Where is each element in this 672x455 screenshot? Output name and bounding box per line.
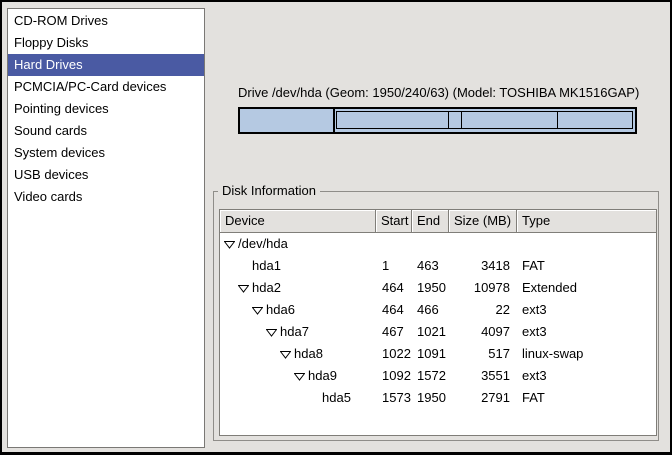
end-cell: 466 bbox=[412, 299, 449, 321]
disk-information-legend: Disk Information bbox=[218, 183, 320, 199]
tree-expander[interactable] bbox=[266, 321, 280, 343]
device-label: /dev/hda bbox=[238, 233, 288, 255]
sidebar-item-floppy-disks[interactable]: Floppy Disks bbox=[8, 32, 204, 54]
disk-table-row[interactable]: hda6 46446622ext3 bbox=[220, 299, 656, 321]
type-cell bbox=[517, 233, 656, 255]
tree-expander[interactable] bbox=[252, 299, 266, 321]
expander-open-icon[interactable] bbox=[224, 240, 235, 249]
expander-open-icon[interactable] bbox=[238, 284, 249, 293]
size-cell: 3418 bbox=[449, 255, 517, 277]
tree-expander[interactable] bbox=[294, 365, 308, 387]
column-header-end[interactable]: End bbox=[412, 210, 449, 233]
disk-table-row[interactable]: hda2 464195010978Extended bbox=[220, 277, 656, 299]
disk-table: DeviceStartEndSize (MB)Type /dev/hdahda1… bbox=[219, 209, 657, 436]
disk-table-body: /dev/hdahda114633418FAThda2464195010978E… bbox=[220, 233, 656, 409]
sidebar-item-pointing-devices[interactable]: Pointing devices bbox=[8, 98, 204, 120]
disk-information-group: Disk Information DeviceStartEndSize (MB)… bbox=[213, 191, 659, 441]
type-cell: Extended bbox=[517, 277, 656, 299]
device-label: hda1 bbox=[252, 255, 281, 277]
size-cell: 10978 bbox=[449, 277, 517, 299]
disk-table-header: DeviceStartEndSize (MB)Type bbox=[220, 210, 656, 233]
column-header-size-mb-[interactable]: Size (MB) bbox=[449, 210, 517, 233]
end-cell: 1950 bbox=[412, 387, 449, 409]
device-category-list: CD-ROM DrivesFloppy DisksHard DrivesPCMC… bbox=[7, 8, 205, 448]
device-cell: /dev/hda bbox=[220, 233, 376, 255]
disk-table-row[interactable]: /dev/hda bbox=[220, 233, 656, 255]
sidebar-item-sound-cards[interactable]: Sound cards bbox=[8, 120, 204, 142]
disk-table-row[interactable]: hda1 14633418FAT bbox=[220, 255, 656, 277]
primary-partition-divider bbox=[333, 109, 335, 132]
expander-open-icon[interactable] bbox=[294, 372, 305, 381]
expander-open-icon[interactable] bbox=[252, 306, 263, 315]
expander-open-icon[interactable] bbox=[280, 350, 291, 359]
size-cell: 517 bbox=[449, 343, 517, 365]
sidebar-item-hard-drives[interactable]: Hard Drives bbox=[8, 54, 204, 76]
device-label: hda2 bbox=[252, 277, 281, 299]
end-cell: 463 bbox=[412, 255, 449, 277]
tree-expander[interactable] bbox=[224, 233, 238, 255]
size-cell: 4097 bbox=[449, 321, 517, 343]
size-cell: 2791 bbox=[449, 387, 517, 409]
sidebar-item-usb-devices[interactable]: USB devices bbox=[8, 164, 204, 186]
disk-table-row[interactable]: hda9 109215723551ext3 bbox=[220, 365, 656, 387]
device-label: hda5 bbox=[322, 387, 351, 409]
sidebar-item-video-cards[interactable]: Video cards bbox=[8, 186, 204, 208]
sidebar-item-pcmcia-pc-card-devices[interactable]: PCMCIA/PC-Card devices bbox=[8, 76, 204, 98]
end-cell: 1950 bbox=[412, 277, 449, 299]
extended-partition-box bbox=[336, 111, 633, 129]
start-cell: 1092 bbox=[376, 365, 412, 387]
start-cell: 1022 bbox=[376, 343, 412, 365]
disk-table-row[interactable]: hda7 46710214097ext3 bbox=[220, 321, 656, 343]
size-cell: 3551 bbox=[449, 365, 517, 387]
disk-table-row[interactable]: hda8 10221091517linux-swap bbox=[220, 343, 656, 365]
type-cell: ext3 bbox=[517, 299, 656, 321]
logical-partition-divider bbox=[557, 112, 558, 128]
size-cell bbox=[449, 233, 517, 255]
device-cell: hda2 bbox=[220, 277, 376, 299]
start-cell: 464 bbox=[376, 299, 412, 321]
partition-bar bbox=[238, 107, 637, 134]
column-header-start[interactable]: Start bbox=[376, 210, 412, 233]
start-cell bbox=[376, 233, 412, 255]
type-cell: ext3 bbox=[517, 365, 656, 387]
end-cell: 1572 bbox=[412, 365, 449, 387]
device-label: hda8 bbox=[294, 343, 323, 365]
start-cell: 467 bbox=[376, 321, 412, 343]
device-cell: hda5 bbox=[220, 387, 376, 409]
type-cell: FAT bbox=[517, 255, 656, 277]
start-cell: 1 bbox=[376, 255, 412, 277]
sidebar-item-system-devices[interactable]: System devices bbox=[8, 142, 204, 164]
start-cell: 1573 bbox=[376, 387, 412, 409]
start-cell: 464 bbox=[376, 277, 412, 299]
hardware-browser-window: CD-ROM DrivesFloppy DisksHard DrivesPCMC… bbox=[0, 0, 672, 455]
logical-partition-divider bbox=[461, 112, 462, 128]
disk-table-row[interactable]: hda5 157319502791FAT bbox=[220, 387, 656, 409]
tree-expander[interactable] bbox=[238, 277, 252, 299]
sidebar-item-cd-rom-drives[interactable]: CD-ROM Drives bbox=[8, 10, 204, 32]
device-label: hda9 bbox=[308, 365, 337, 387]
device-cell: hda1 bbox=[220, 255, 376, 277]
type-cell: FAT bbox=[517, 387, 656, 409]
end-cell bbox=[412, 233, 449, 255]
device-cell: hda9 bbox=[220, 365, 376, 387]
type-cell: ext3 bbox=[517, 321, 656, 343]
column-header-type[interactable]: Type bbox=[517, 210, 656, 233]
type-cell: linux-swap bbox=[517, 343, 656, 365]
logical-partition-divider bbox=[448, 112, 449, 128]
size-cell: 22 bbox=[449, 299, 517, 321]
tree-expander[interactable] bbox=[280, 343, 294, 365]
device-cell: hda8 bbox=[220, 343, 376, 365]
device-cell: hda6 bbox=[220, 299, 376, 321]
column-header-device[interactable]: Device bbox=[220, 210, 376, 233]
expander-open-icon[interactable] bbox=[266, 328, 277, 337]
end-cell: 1021 bbox=[412, 321, 449, 343]
device-label: hda7 bbox=[280, 321, 309, 343]
device-cell: hda7 bbox=[220, 321, 376, 343]
tree-expander-spacer bbox=[308, 387, 322, 409]
drive-title: Drive /dev/hda (Geom: 1950/240/63) (Mode… bbox=[238, 85, 639, 100]
tree-expander-spacer bbox=[238, 255, 252, 277]
end-cell: 1091 bbox=[412, 343, 449, 365]
device-label: hda6 bbox=[266, 299, 295, 321]
